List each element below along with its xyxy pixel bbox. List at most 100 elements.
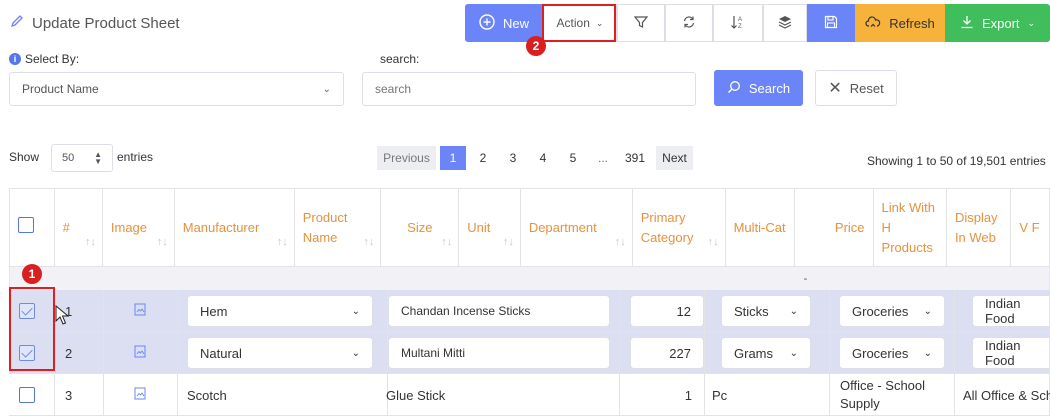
entries-per-page-select[interactable]: 50 ▲ ▼ xyxy=(51,144,113,172)
department-select[interactable]: Groceries ⌄ xyxy=(839,337,945,369)
refresh-button[interactable]: Refresh xyxy=(855,4,945,42)
manufacturer-cell: Hem ⌄ xyxy=(178,290,388,332)
filter-icon xyxy=(633,15,649,32)
page-title-text: Update Product Sheet xyxy=(32,14,180,32)
product-table: # ↑↓ Image ↑↓ Manufacturer ↑↓ Product Name ↑… xyxy=(9,188,1050,291)
pagination-page-5[interactable]: 5 xyxy=(560,146,586,170)
plus-circle-icon xyxy=(479,13,495,33)
sort-icon: ↑↓ xyxy=(502,236,514,248)
pagination-page-2[interactable]: 2 xyxy=(470,146,496,170)
product-name-input[interactable]: Multani Mitti xyxy=(388,337,610,369)
image-cell xyxy=(104,374,178,416)
manufacturer-cell: Scotch xyxy=(178,374,388,416)
entries-summary: Showing 1 to 50 of 19,501 entries xyxy=(867,154,1046,168)
col-header-image[interactable]: Image ↑↓ xyxy=(101,188,175,267)
save-button[interactable] xyxy=(807,4,855,42)
pagination-ellipsis: ... xyxy=(597,151,608,165)
filter-button[interactable] xyxy=(617,4,665,42)
product-name-input[interactable]: Chandan Incense Sticks xyxy=(388,295,610,327)
select-all-header[interactable] xyxy=(9,188,55,267)
image-icon[interactable] xyxy=(134,387,146,403)
display-in-web-text: All Office & Sch xyxy=(963,387,1050,403)
row-select-cell[interactable] xyxy=(9,374,55,416)
col-header-display-in-web[interactable]: Display In Web xyxy=(945,188,1012,267)
save-icon xyxy=(824,15,838,32)
manufacturer-cell: Natural ⌄ xyxy=(178,332,388,374)
sync-button[interactable] xyxy=(665,4,713,42)
col-header-size[interactable]: Size ↑↓ xyxy=(380,188,460,267)
col-header-link-with-h-products[interactable]: Link With H Products xyxy=(872,188,947,267)
col-header-num[interactable]: # ↑↓ xyxy=(53,188,103,267)
col-header-product-name[interactable]: Product Name ↑↓ xyxy=(293,188,382,267)
highlight-box-action xyxy=(542,4,616,42)
image-icon[interactable] xyxy=(134,345,146,361)
layers-button[interactable] xyxy=(763,4,807,42)
col-header-primary-category[interactable]: Primary Category ↑↓ xyxy=(631,188,726,267)
search-label: search: xyxy=(380,52,420,66)
pagination-next[interactable]: Next xyxy=(656,146,693,170)
pagination-page-1[interactable]: 1 xyxy=(440,146,466,170)
unit-cell: Pc xyxy=(705,374,830,416)
col-header-v[interactable]: V F xyxy=(1010,188,1050,267)
size-cell: 1 xyxy=(620,374,705,416)
table-row[interactable]: 2 Natural ⌄ Multani Mitti 227 Grams ⌄ Groceries… xyxy=(9,332,1050,374)
display-cell: Indian Food xyxy=(955,332,1050,374)
table-row[interactable]: 1 Hem ⌄ Chandan Incense Sticks 12 Sticks ⌄ Groc… xyxy=(9,290,1050,332)
department-select[interactable]: Groceries ⌄ xyxy=(839,295,945,327)
unit-select[interactable]: Sticks ⌄ xyxy=(721,295,811,327)
unit-cell: Sticks ⌄ xyxy=(705,290,830,332)
image-icon[interactable] xyxy=(134,303,146,319)
chevron-down-icon: ⌄ xyxy=(322,83,331,95)
layers-icon xyxy=(778,15,792,32)
size-input[interactable]: 227 xyxy=(630,337,704,369)
search-input[interactable] xyxy=(362,72,696,106)
col-header-price[interactable]: Price xyxy=(794,188,874,267)
select-by-dropdown[interactable]: Product Name ⌄ xyxy=(9,72,344,106)
pagination-page-last[interactable]: 391 xyxy=(620,146,650,170)
step-badge-1: 1 xyxy=(22,264,42,284)
col-header-multi-cat[interactable]: Multi-Cat xyxy=(724,188,796,267)
sort-button[interactable]: AZ xyxy=(713,4,763,42)
display-cell: Indian Food xyxy=(955,290,1050,332)
pencil-icon xyxy=(10,14,24,32)
chevron-down-icon: ⌄ xyxy=(351,305,360,317)
display-cell: All Office & Sch xyxy=(955,374,1050,416)
product-name-cell: Glue Stick xyxy=(386,374,620,416)
pagination-previous[interactable]: Previous xyxy=(377,146,436,170)
page-title: Update Product Sheet xyxy=(10,14,180,32)
row-checkbox[interactable] xyxy=(19,387,35,403)
department-cell: Groceries ⌄ xyxy=(830,290,955,332)
row-number: 2 xyxy=(65,345,73,361)
display-in-web-select[interactable]: Indian Food xyxy=(972,295,1049,327)
sort-icon: ↑↓ xyxy=(614,236,626,248)
sort-icon: ↑↓ xyxy=(363,236,375,248)
image-cell xyxy=(104,332,178,374)
pagination-page-4[interactable]: 4 xyxy=(530,146,556,170)
chevron-down-icon: ⌄ xyxy=(789,347,798,359)
image-cell xyxy=(104,290,178,332)
col-header-manufacturer[interactable]: Manufacturer ↑↓ xyxy=(173,188,295,267)
size-cell: 12 xyxy=(620,290,705,332)
size-text: 1 xyxy=(684,387,692,403)
col-header-unit[interactable]: Unit ↑↓ xyxy=(458,188,521,267)
pagination-page-3[interactable]: 3 xyxy=(500,146,526,170)
chevron-down-icon: ⌄ xyxy=(351,347,360,359)
num-cell: 2 xyxy=(55,332,104,374)
display-in-web-select[interactable]: Indian Food xyxy=(972,337,1049,369)
sort-icon: ↑↓ xyxy=(276,236,288,248)
chevron-down-icon: ⌄ xyxy=(923,305,932,317)
unit-select[interactable]: Grams ⌄ xyxy=(721,337,811,369)
search-button[interactable]: Search xyxy=(714,70,803,106)
info-icon: i xyxy=(9,53,21,65)
manufacturer-select[interactable]: Hem ⌄ xyxy=(187,295,373,327)
size-input[interactable]: 12 xyxy=(630,295,704,327)
reset-button[interactable]: ✕ Reset xyxy=(815,70,897,106)
select-all-checkbox[interactable] xyxy=(18,216,34,233)
export-dropdown[interactable]: Export ⌄ xyxy=(945,4,1050,42)
sort-icon: ↑↓ xyxy=(441,236,453,248)
sort-icon: ↑↓ xyxy=(84,236,96,248)
close-icon: ✕ xyxy=(828,80,842,97)
col-header-department[interactable]: Department ↑↓ xyxy=(519,188,633,267)
table-row[interactable]: 3 Scotch Glue Stick 1 Pc Office - School Supp… xyxy=(9,374,1050,416)
manufacturer-select[interactable]: Natural ⌄ xyxy=(187,337,373,369)
